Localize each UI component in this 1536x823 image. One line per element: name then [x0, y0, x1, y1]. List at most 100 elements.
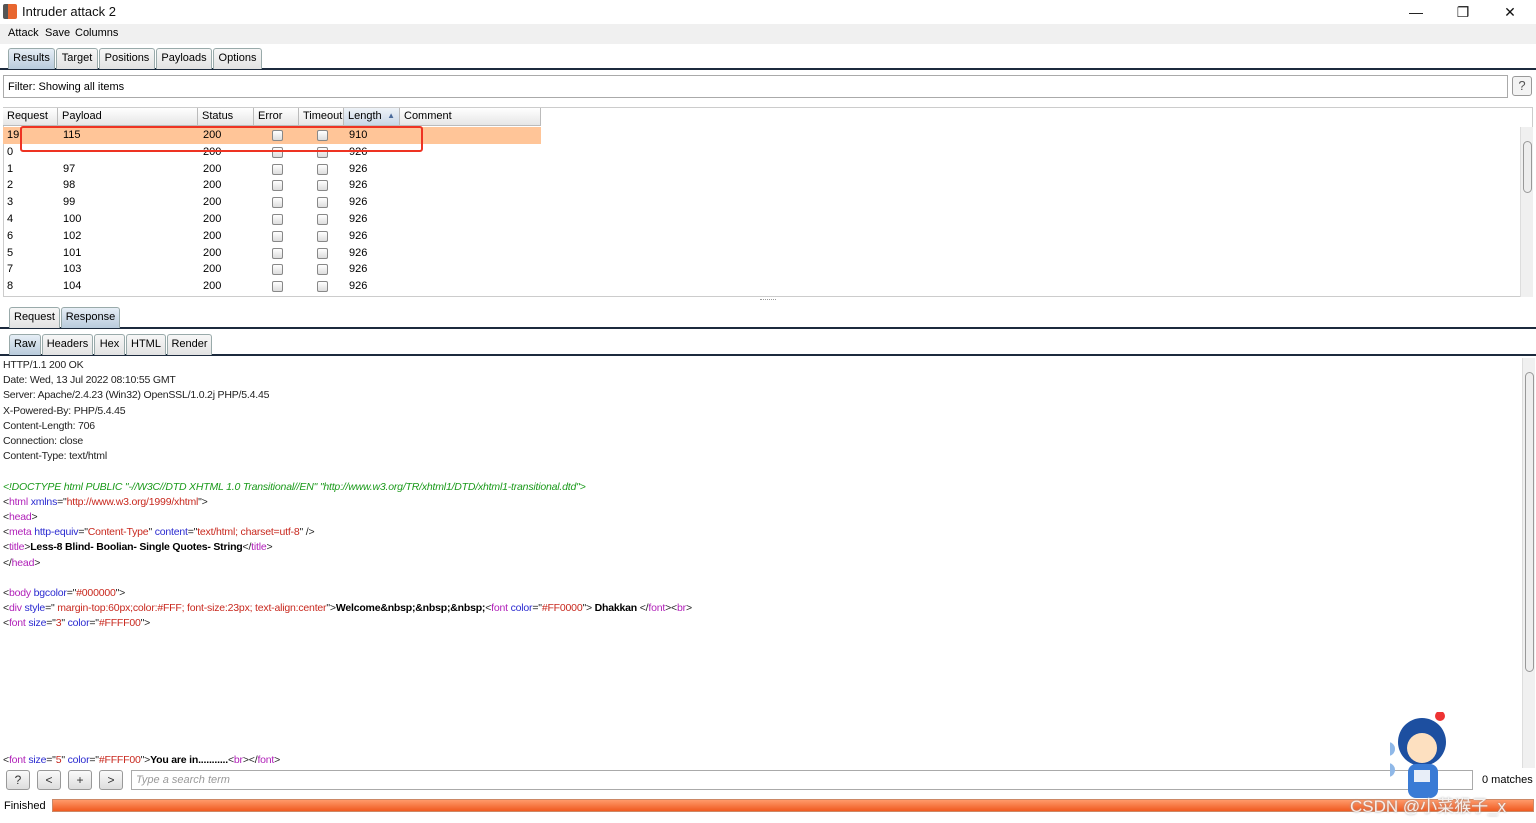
syntax-tag: title: [251, 541, 267, 554]
syntax-plain: ></: [242, 754, 258, 766]
cell-status: 200: [203, 229, 222, 242]
column-length-label: Length: [348, 110, 382, 122]
help-button[interactable]: ?: [1512, 76, 1532, 96]
match-count: 0 matches: [1482, 774, 1533, 786]
column-header-comment[interactable]: Comment: [400, 108, 541, 126]
column-header-request[interactable]: Request: [3, 108, 58, 126]
cell-status: 200: [203, 162, 222, 175]
search-add-button[interactable]: +: [68, 770, 92, 790]
tab-request[interactable]: Request: [9, 307, 60, 328]
syntax-tag: meta: [8, 526, 32, 539]
tab-positions[interactable]: Positions: [99, 48, 155, 69]
syntax-attr: color: [507, 602, 533, 615]
tab-render[interactable]: Render: [167, 334, 212, 355]
cell-length: 926: [349, 246, 368, 259]
table-row[interactable]: 7 103 200 926: [3, 261, 541, 278]
timeout-checkbox: [317, 197, 328, 209]
syntax-plain: </: [242, 541, 252, 554]
tab-options[interactable]: Options: [213, 48, 262, 69]
syntax-tag: font: [257, 754, 275, 766]
minimize-button[interactable]: —: [1393, 2, 1439, 24]
restore-button[interactable]: ❐: [1440, 2, 1486, 24]
cell-status: 200: [203, 196, 222, 209]
syntax-text: Less-8 Blind- Boolian- Single Quotes- St…: [30, 541, 243, 554]
table-row[interactable]: 1 97 200 926: [3, 161, 541, 178]
syntax-val: margin-top:60px;color:#FFF; font-size:23…: [54, 602, 327, 615]
scroll-thumb[interactable]: [1525, 372, 1534, 672]
table-row[interactable]: 8 104 200 926: [3, 278, 541, 295]
timeout-checkbox: [317, 163, 328, 175]
syntax-doctype: <!DOCTYPE html PUBLIC "-//W3C//DTD XHTML…: [3, 480, 586, 493]
syntax-attr: bgcolor: [30, 587, 67, 599]
cell-length: 926: [349, 280, 368, 293]
cell-request: 2: [7, 179, 14, 192]
tab-raw[interactable]: Raw: [9, 334, 41, 355]
syntax-plain: HTTP/1.1 200 OK: [3, 359, 84, 371]
tab-payloads[interactable]: Payloads: [156, 48, 212, 69]
tab-hex[interactable]: Hex: [94, 334, 125, 355]
syntax-tag: body: [8, 587, 31, 599]
search-help-button[interactable]: ?: [6, 770, 30, 790]
table-row[interactable]: 3 99 200 926: [3, 194, 541, 211]
syntax-attr: style: [21, 602, 46, 615]
scroll-thumb[interactable]: [1523, 141, 1532, 193]
response-line: Content-Length: 706: [3, 420, 95, 435]
search-next-button[interactable]: >: [99, 770, 123, 790]
error-checkbox: [272, 247, 283, 259]
tab-results[interactable]: Results: [8, 48, 55, 69]
column-header-error[interactable]: Error: [254, 108, 299, 126]
syntax-plain: =": [45, 602, 55, 615]
table-row[interactable]: 6 102 200 926: [3, 228, 541, 245]
search-previous-button[interactable]: <: [37, 770, 61, 790]
cell-payload: 101: [63, 246, 82, 259]
view-tabs: Raw Headers Hex HTML Render: [0, 333, 1536, 356]
cell-length: 926: [349, 229, 368, 242]
syntax-plain: =": [57, 495, 67, 508]
close-button[interactable]: ✕: [1487, 2, 1533, 24]
tab-headers[interactable]: Headers: [42, 334, 93, 355]
timeout-checkbox: [317, 264, 328, 276]
response-line: </head>: [3, 557, 40, 572]
tab-target[interactable]: Target: [56, 48, 98, 69]
syntax-val: #FF0000: [541, 602, 583, 615]
response-scrollbar[interactable]: [1522, 358, 1535, 768]
error-checkbox: [272, 281, 283, 293]
syntax-plain: </: [3, 556, 12, 569]
column-header-timeout[interactable]: Timeout: [299, 108, 344, 126]
syntax-tag: head: [11, 556, 35, 569]
split-pane-divider[interactable]: [760, 299, 776, 301]
cell-payload: 98: [63, 179, 76, 192]
window-title: Intruder attack 2: [22, 4, 116, 19]
table-scrollbar[interactable]: [1520, 127, 1533, 297]
cell-request: 0: [7, 145, 14, 158]
search-input[interactable]: Type a search term: [131, 770, 1473, 790]
menu-columns[interactable]: Columns: [75, 27, 118, 39]
column-header-payload[interactable]: Payload: [58, 108, 198, 126]
response-raw-view[interactable]: HTTP/1.1 200 OK Date: Wed, 13 Jul 2022 08…: [0, 358, 1522, 768]
timeout-checkbox: [317, 180, 328, 192]
syntax-plain: ">: [140, 617, 151, 630]
table-row[interactable]: 4 100 200 926: [3, 211, 541, 228]
cell-request: 1: [7, 162, 14, 175]
menu-save[interactable]: Save: [45, 27, 70, 39]
column-header-length[interactable]: Length ▲: [344, 108, 400, 126]
timeout-checkbox: [317, 214, 328, 225]
menu-attack[interactable]: Attack: [8, 27, 39, 39]
syntax-val: #FFFF00: [98, 617, 141, 630]
table-row[interactable]: 5 101 200 926: [3, 245, 541, 262]
column-header-status[interactable]: Status: [198, 108, 254, 126]
response-line: <meta http-equiv="Content-Type" content=…: [3, 526, 315, 541]
syntax-plain: =": [89, 617, 99, 630]
error-checkbox: [272, 230, 283, 242]
syntax-plain: >: [31, 511, 38, 523]
filter-bar[interactable]: Filter: Showing all items: [3, 75, 1508, 98]
syntax-attr: color: [67, 754, 90, 766]
syntax-plain: =": [66, 587, 77, 599]
syntax-plain: =": [78, 526, 88, 539]
tab-html[interactable]: HTML: [126, 334, 166, 355]
syntax-tag: head: [8, 511, 32, 523]
table-row[interactable]: 2 98 200 926: [3, 177, 541, 194]
tab-response[interactable]: Response: [61, 307, 120, 328]
syntax-attr: size: [25, 617, 47, 630]
syntax-plain: =": [89, 754, 99, 766]
